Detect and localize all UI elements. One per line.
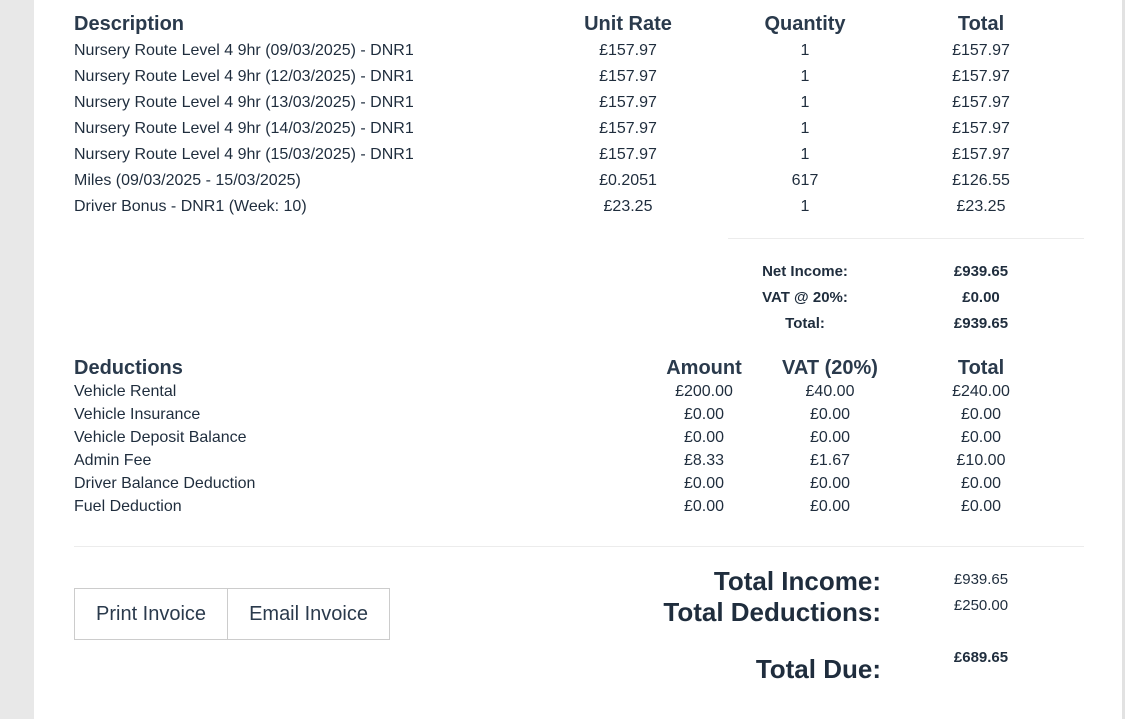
- deduction-row-description: Fuel Deduction: [74, 498, 182, 515]
- income-row-quantity: 1: [800, 120, 810, 137]
- vat-label: VAT @ 20%:: [762, 289, 848, 306]
- income-header-description: Description: [74, 13, 185, 35]
- total-income-label: Total Income:: [713, 566, 881, 596]
- income-row-description: Nursery Route Level 4 9hr (14/03/2025) -…: [74, 120, 414, 137]
- deduction-row-total: £0.00: [960, 429, 1002, 446]
- deduction-row-amount: £200.00: [675, 383, 733, 400]
- income-header-total: Total: [957, 13, 1005, 35]
- invoice-page: Description Unit Rate Quantity Total Nur…: [34, 0, 1125, 719]
- total-due-value: £689.65: [953, 649, 1009, 666]
- deduction-row-vat: £0.00: [809, 498, 851, 515]
- deduction-row-vat: £40.00: [805, 383, 855, 400]
- income-row-unit-rate: £157.97: [599, 94, 657, 111]
- total-deductions-label: Total Deductions:: [663, 597, 881, 627]
- net-income-label: Net Income:: [762, 263, 848, 280]
- deduction-row-amount: £0.00: [683, 498, 725, 515]
- income-header-quantity: Quantity: [764, 13, 846, 35]
- income-row-description: Nursery Route Level 4 9hr (09/03/2025) -…: [74, 42, 414, 59]
- deduction-row-total: £10.00: [956, 452, 1006, 469]
- deduction-row-description: Vehicle Deposit Balance: [74, 429, 247, 446]
- deduction-row-total: £0.00: [960, 498, 1002, 515]
- net-income-value: £939.65: [953, 263, 1009, 280]
- income-row-description: Miles (09/03/2025 - 15/03/2025): [74, 172, 301, 189]
- income-summary-divider: [728, 238, 1084, 239]
- deduction-row-total: £240.00: [952, 383, 1010, 400]
- income-row-unit-rate: £0.2051: [599, 172, 657, 189]
- income-row-quantity: 1: [800, 198, 810, 215]
- deductions-header-vat: VAT (20%): [782, 357, 878, 379]
- deduction-row-amount: £0.00: [683, 429, 725, 446]
- income-row-unit-rate: £23.25: [603, 198, 653, 215]
- deduction-row-amount: £0.00: [683, 475, 725, 492]
- income-row-unit-rate: £157.97: [599, 146, 657, 163]
- invoice-actions: Print Invoice Email Invoice: [74, 588, 390, 640]
- total-income-value: £939.65: [953, 571, 1009, 588]
- deduction-row-vat: £0.00: [809, 429, 851, 446]
- income-row-total: £157.97: [952, 94, 1010, 111]
- deduction-row-vat: £1.67: [809, 452, 851, 469]
- deduction-row-vat: £0.00: [809, 475, 851, 492]
- income-row-description: Nursery Route Level 4 9hr (15/03/2025) -…: [74, 146, 414, 163]
- deductions-header-description: Deductions: [74, 357, 183, 379]
- deductions-header-total: Total: [957, 357, 1005, 379]
- income-row-unit-rate: £157.97: [599, 42, 657, 59]
- income-row-description: Nursery Route Level 4 9hr (12/03/2025) -…: [74, 68, 414, 85]
- deduction-row-total: £0.00: [960, 406, 1002, 423]
- income-row-quantity: 1: [800, 42, 810, 59]
- totals-divider: [74, 546, 1084, 547]
- income-row-description: Nursery Route Level 4 9hr (13/03/2025) -…: [74, 94, 414, 111]
- deduction-row-description: Driver Balance Deduction: [74, 475, 256, 492]
- deduction-row-total: £0.00: [960, 475, 1002, 492]
- deduction-row-amount: £8.33: [683, 452, 725, 469]
- income-row-total: £157.97: [952, 68, 1010, 85]
- deduction-row-description: Vehicle Rental: [74, 383, 177, 400]
- income-row-quantity: 1: [800, 94, 810, 111]
- income-row-unit-rate: £157.97: [599, 68, 657, 85]
- income-row-quantity: 617: [791, 172, 819, 189]
- print-invoice-button[interactable]: Print Invoice: [75, 589, 228, 639]
- total-deductions-value: £250.00: [953, 597, 1009, 614]
- deduction-row-description: Admin Fee: [74, 452, 152, 469]
- total-due-label: Total Due:: [755, 654, 881, 684]
- vat-value: £0.00: [962, 289, 1000, 306]
- deduction-row-description: Vehicle Insurance: [74, 406, 201, 423]
- deduction-row-amount: £0.00: [683, 406, 725, 423]
- income-header-unit-rate: Unit Rate: [584, 13, 672, 35]
- deduction-row-vat: £0.00: [809, 406, 851, 423]
- income-row-description: Driver Bonus - DNR1 (Week: 10): [74, 198, 307, 215]
- income-row-quantity: 1: [800, 146, 810, 163]
- income-row-unit-rate: £157.97: [599, 120, 657, 137]
- income-total-value: £939.65: [953, 315, 1009, 332]
- income-row-total: £157.97: [952, 42, 1010, 59]
- income-row-quantity: 1: [800, 68, 810, 85]
- deductions-header-amount: Amount: [666, 357, 742, 379]
- email-invoice-button[interactable]: Email Invoice: [227, 589, 389, 639]
- income-row-total: £157.97: [952, 146, 1010, 163]
- income-row-total: £126.55: [952, 172, 1010, 189]
- income-row-total: £157.97: [952, 120, 1010, 137]
- income-row-total: £23.25: [956, 198, 1006, 215]
- income-total-label: Total:: [785, 315, 825, 332]
